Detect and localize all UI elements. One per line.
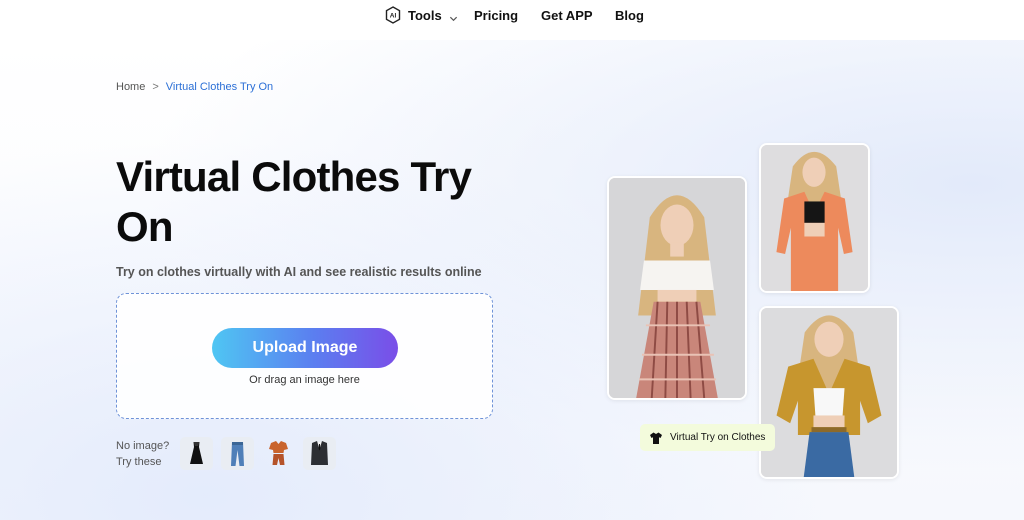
- sample-images: [180, 437, 336, 470]
- upload-dropzone[interactable]: Upload Image Or drag an image here: [116, 293, 493, 419]
- sample-orange-outfit[interactable]: [262, 437, 295, 470]
- sample-hint-line2: Try these: [116, 456, 162, 468]
- sample-jeans[interactable]: [221, 437, 254, 470]
- breadcrumb: Home > Virtual Clothes Try On: [116, 81, 273, 93]
- breadcrumb-separator: >: [152, 81, 159, 93]
- sample-hint: No image? Try these: [116, 438, 169, 470]
- breadcrumb-home[interactable]: Home: [116, 81, 145, 93]
- preview-tag-label: Virtual Try on Clothes: [670, 432, 766, 443]
- preview-photo-orange-suit: [759, 143, 870, 293]
- ai-icon: AI: [384, 6, 402, 24]
- chevron-down-icon: [449, 11, 458, 21]
- sample-black-dress[interactable]: [180, 437, 213, 470]
- orange-outfit-icon: [269, 441, 288, 465]
- page-title: Virtual Clothes Try On: [116, 153, 472, 250]
- sample-hint-line1: No image?: [116, 440, 170, 452]
- preview-photo-plaid-skirt: [607, 176, 747, 400]
- page-subtitle: Try on clothes virtually with AI and see…: [116, 265, 482, 279]
- nav-get-app[interactable]: Get APP: [541, 8, 593, 23]
- preview-tag: Virtual Try on Clothes: [640, 424, 776, 451]
- upload-image-button[interactable]: Upload Image: [212, 328, 398, 368]
- preview-photo-gold-jacket: [759, 306, 899, 479]
- black-dress-icon: [190, 442, 203, 464]
- svg-text:AI: AI: [390, 13, 397, 20]
- nav-tools[interactable]: AI Tools: [384, 6, 458, 24]
- nav-pricing[interactable]: Pricing: [474, 8, 518, 23]
- model-image: [609, 178, 745, 398]
- model-image: [761, 308, 897, 477]
- nav-tools-label: Tools: [408, 7, 442, 23]
- drag-hint: Or drag an image here: [249, 374, 360, 386]
- jeans-icon: [231, 442, 244, 466]
- sample-suit[interactable]: [303, 437, 336, 470]
- breadcrumb-current: Virtual Clothes Try On: [165, 81, 274, 93]
- suit-icon: [311, 441, 328, 465]
- clothes-icon: [650, 432, 662, 444]
- model-image: [761, 145, 868, 291]
- nav-blog[interactable]: Blog: [615, 8, 644, 23]
